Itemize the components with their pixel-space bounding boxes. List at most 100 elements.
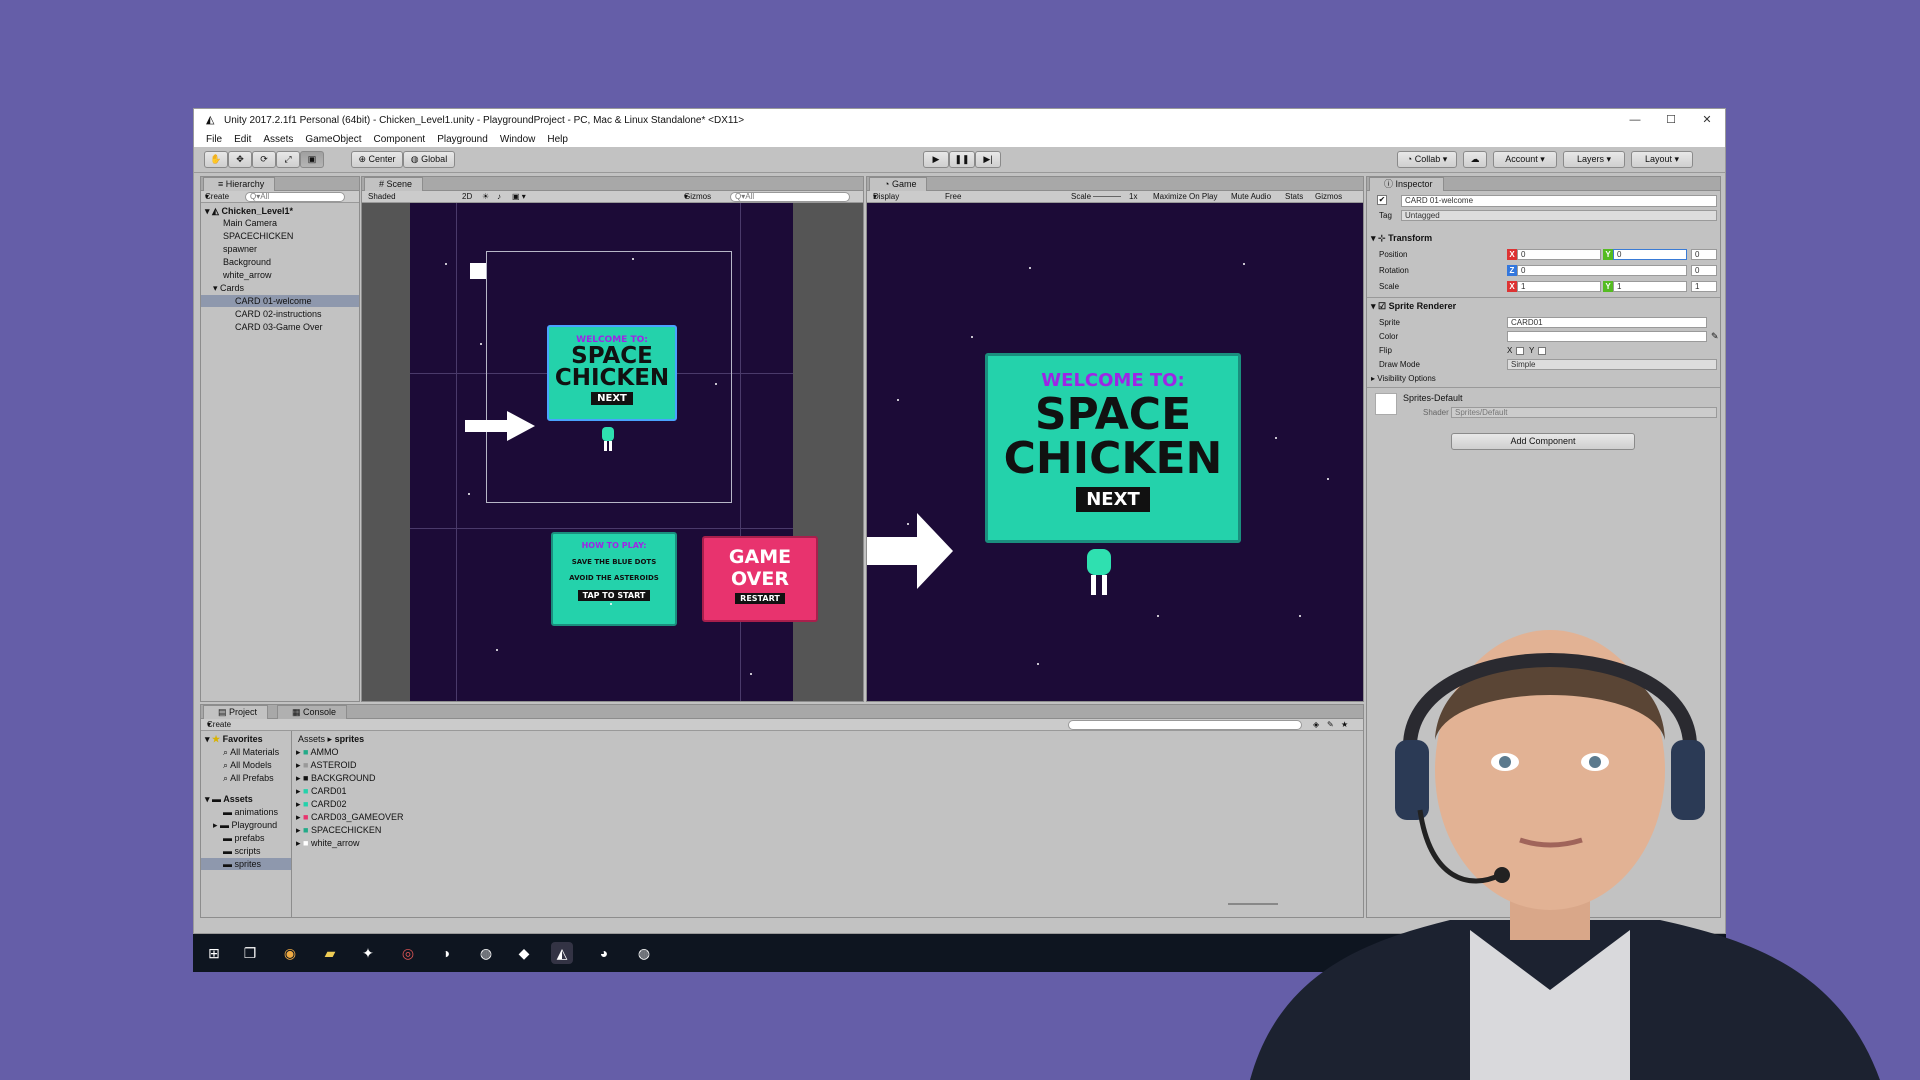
- breadcrumb-root[interactable]: Assets: [298, 734, 325, 744]
- hierarchy-search-input[interactable]: Q▾All: [245, 192, 345, 202]
- favorite-item[interactable]: ⌕ All Materials: [223, 746, 279, 758]
- pause-button[interactable]: ❚❚: [949, 151, 975, 168]
- object-name-field[interactable]: CARD 01-welcome: [1401, 195, 1717, 207]
- image-effects-icon[interactable]: ▣ ▾: [512, 191, 526, 202]
- asset-item[interactable]: ▸ ■ AMMO: [296, 746, 338, 758]
- mode-2d-button[interactable]: 2D: [462, 191, 472, 202]
- scale-z-field[interactable]: 1: [1691, 281, 1717, 292]
- folder-item-selected[interactable]: ▬ sprites: [201, 858, 291, 870]
- asset-item[interactable]: ▸ ■ CARD01: [296, 785, 347, 797]
- scene-search-input[interactable]: Q▾All: [730, 192, 850, 202]
- menu-gameobject[interactable]: GameObject: [305, 134, 361, 145]
- scale-x-field[interactable]: 1: [1517, 281, 1601, 292]
- asset-item[interactable]: ▸ ■ SPACECHICKEN: [296, 824, 381, 836]
- menu-edit[interactable]: Edit: [234, 134, 251, 145]
- scene-card-howto[interactable]: HOW TO PLAY: SAVE THE BLUE DOTS AVOID TH…: [551, 532, 677, 626]
- menu-window[interactable]: Window: [500, 134, 536, 145]
- visibility-options-foldout[interactable]: ▸ Visibility Options: [1371, 373, 1436, 384]
- minimize-button[interactable]: —: [1617, 109, 1653, 131]
- maximize-button[interactable]: ☐: [1653, 109, 1689, 131]
- file-explorer-icon[interactable]: ▰: [319, 942, 341, 964]
- favorite-item[interactable]: ⌕ All Prefabs: [223, 772, 274, 784]
- close-button[interactable]: ✕: [1689, 109, 1725, 131]
- menu-component[interactable]: Component: [374, 134, 426, 145]
- light-icon[interactable]: ☀: [482, 191, 489, 202]
- menu-assets[interactable]: Assets: [263, 134, 293, 145]
- stats-toggle[interactable]: Stats: [1285, 191, 1303, 202]
- scene-viewport[interactable]: WELCOME TO: SPACE CHICKEN NEXT HOW TO PL…: [362, 203, 863, 701]
- play-button[interactable]: ▶: [923, 151, 949, 168]
- tab-inspector[interactable]: ⓘ Inspector: [1369, 177, 1444, 191]
- pivot-center-button[interactable]: ⊕ Center: [351, 151, 403, 168]
- app-icon[interactable]: ◍: [633, 942, 655, 964]
- asset-item[interactable]: ▸ ■ BACKGROUND: [296, 772, 376, 784]
- task-view-icon[interactable]: ❐: [239, 942, 261, 964]
- menu-help[interactable]: Help: [547, 134, 568, 145]
- asset-item[interactable]: ▸ ■ white_arrow: [296, 837, 360, 849]
- hierarchy-item[interactable]: Background: [223, 256, 271, 268]
- scale-tool-button[interactable]: ⤢: [276, 151, 300, 168]
- tag-dropdown[interactable]: Untagged: [1401, 210, 1717, 221]
- rotate-tool-button[interactable]: ⟳: [252, 151, 276, 168]
- app-icon[interactable]: ✦: [357, 942, 379, 964]
- folder-item[interactable]: ▬ scripts: [223, 845, 261, 857]
- app-icon[interactable]: ◆: [513, 942, 535, 964]
- flip-x-checkbox[interactable]: [1516, 347, 1524, 355]
- transform-header[interactable]: ▾ ⊹ Transform: [1371, 233, 1432, 244]
- display-dropdown[interactable]: Display 1 ▾: [873, 191, 899, 212]
- tab-console[interactable]: ▦ Console: [277, 705, 348, 719]
- hierarchy-item-cards[interactable]: ▾ Cards: [213, 282, 244, 294]
- favorites-header[interactable]: ▾ ★ Favorites: [205, 733, 263, 745]
- layers-dropdown[interactable]: Layers ▾: [1563, 151, 1625, 168]
- tab-scene[interactable]: # Scene: [364, 177, 424, 191]
- step-button[interactable]: ▶|: [975, 151, 1001, 168]
- position-z-field[interactable]: 0: [1691, 249, 1717, 260]
- folder-item[interactable]: ▸ ▬ Playground: [213, 819, 277, 831]
- chicken-sprite[interactable]: [596, 425, 620, 453]
- move-tool-button[interactable]: ✥: [228, 151, 252, 168]
- shader-dropdown[interactable]: Sprites/Default: [1451, 407, 1717, 418]
- asset-item[interactable]: ▸ ■ CARD03_GAMEOVER: [296, 811, 404, 823]
- audio-icon[interactable]: ♪: [497, 191, 501, 202]
- rotation-z2-field[interactable]: 0: [1691, 265, 1717, 276]
- app-icon[interactable]: ◕: [593, 942, 615, 964]
- app-icon[interactable]: ◍: [475, 942, 497, 964]
- chrome-icon[interactable]: ◉: [279, 942, 301, 964]
- draw-mode-dropdown[interactable]: Simple: [1507, 359, 1717, 370]
- pivot-global-button[interactable]: ◍ Global: [403, 151, 455, 168]
- sprite-field[interactable]: CARD01: [1507, 317, 1707, 328]
- tab-project[interactable]: ▤ Project: [203, 705, 269, 719]
- folder-item[interactable]: ▬ prefabs: [223, 832, 265, 844]
- white-arrow-sprite[interactable]: [465, 411, 535, 441]
- hierarchy-item[interactable]: Main Camera: [223, 217, 277, 229]
- maximize-on-play-toggle[interactable]: Maximize On Play: [1153, 191, 1217, 202]
- app-icon[interactable]: ◑: [435, 942, 457, 964]
- favorite-item[interactable]: ⌕ All Models: [223, 759, 272, 771]
- project-create-button[interactable]: Create ▾: [207, 719, 231, 730]
- layout-dropdown[interactable]: Layout ▾: [1631, 151, 1693, 168]
- hierarchy-create-button[interactable]: Create ▾: [205, 191, 229, 202]
- hierarchy-item[interactable]: spawner: [223, 243, 257, 255]
- menu-file[interactable]: File: [206, 134, 222, 145]
- mute-audio-toggle[interactable]: Mute Audio: [1231, 191, 1271, 202]
- scale-y-field[interactable]: 1: [1613, 281, 1687, 292]
- assets-header[interactable]: ▾ ▬ Assets: [205, 793, 253, 805]
- position-x-field[interactable]: 0: [1517, 249, 1601, 260]
- unity-taskbar-icon[interactable]: ◭: [551, 942, 573, 964]
- collab-button[interactable]: ◔ Collab ▾: [1397, 151, 1457, 168]
- scene-gizmos-dropdown[interactable]: Gizmos ▾: [684, 191, 711, 202]
- hierarchy-item-selected[interactable]: CARD 01-welcome: [201, 295, 359, 307]
- menu-playground[interactable]: Playground: [437, 134, 488, 145]
- rect-tool-button[interactable]: ▣: [300, 151, 324, 168]
- asset-item[interactable]: ▸ ■ ASTEROID: [296, 759, 357, 771]
- game-gizmos-dropdown[interactable]: Gizmos: [1315, 191, 1342, 202]
- hierarchy-item[interactable]: SPACECHICKEN: [223, 230, 293, 242]
- record-app-icon[interactable]: ◎: [397, 942, 419, 964]
- hand-tool-button[interactable]: ✋: [204, 151, 228, 168]
- scale-slider[interactable]: [1093, 196, 1121, 197]
- tab-hierarchy[interactable]: ≡ Hierarchy: [203, 177, 276, 191]
- hierarchy-item[interactable]: CARD 02-instructions: [235, 308, 322, 320]
- add-component-button[interactable]: Add Component: [1451, 433, 1635, 450]
- folder-item[interactable]: ▬ animations: [223, 806, 278, 818]
- position-y-field[interactable]: 0: [1613, 249, 1687, 260]
